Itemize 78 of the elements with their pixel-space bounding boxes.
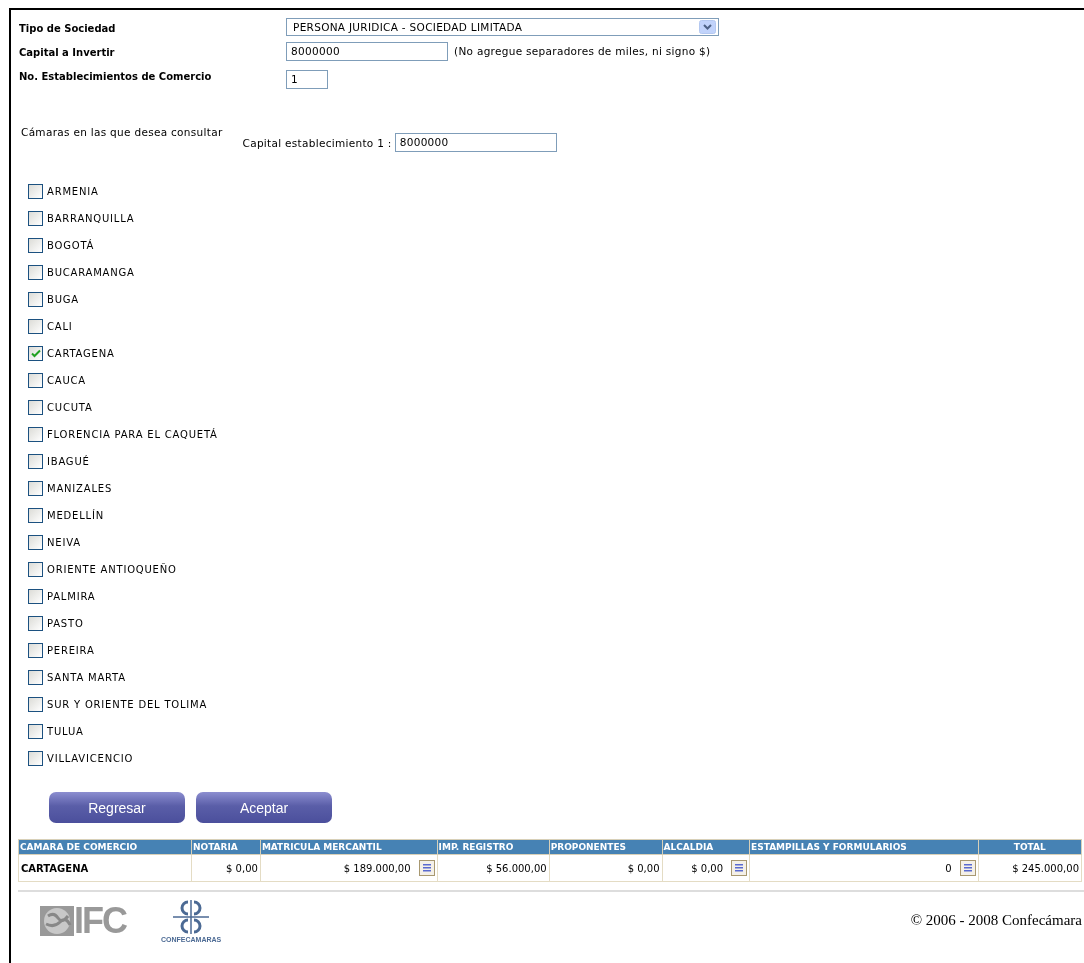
checkbox[interactable] xyxy=(28,724,43,739)
field-label: Capital establecimiento 1 : xyxy=(242,136,392,149)
table-cell: $ 56.000,00 xyxy=(486,862,547,874)
checkbox[interactable] xyxy=(28,562,43,577)
accept-button[interactable]: Aceptar xyxy=(196,792,332,823)
checkbox-label: CARTAGENA xyxy=(47,348,115,359)
checkbox[interactable] xyxy=(28,751,43,766)
checkbox-label: IBAGUÉ xyxy=(47,456,90,467)
checkbox-label: BOGOTÁ xyxy=(47,240,95,251)
checkbox-label: BUGA xyxy=(47,294,79,305)
checkbox[interactable] xyxy=(28,643,43,658)
column-header: NOTARIA xyxy=(191,839,261,855)
checkbox[interactable] xyxy=(28,481,43,496)
checkbox-label: MEDELLÍN xyxy=(47,510,104,521)
sociedad-select[interactable]: PERSONA JURIDICA - SOCIEDAD LIMITADA xyxy=(286,18,719,36)
establecimientos-input[interactable]: 1 xyxy=(286,70,328,89)
checkbox-label: NEIVA xyxy=(47,537,81,548)
checkbox[interactable] xyxy=(28,454,43,469)
field-label: Tipo de Sociedad xyxy=(19,22,117,34)
checkbox[interactable] xyxy=(28,508,43,523)
column-header: ESTAMPILLAS Y FORMULARIOS xyxy=(749,839,979,855)
checkbox-label: BUCARAMANGA xyxy=(47,267,135,278)
checkbox[interactable] xyxy=(28,670,43,685)
column-header: TOTAL xyxy=(978,839,1082,855)
checkbox-label: VILLAVICENCIO xyxy=(47,753,134,764)
checkbox-label: PASTO xyxy=(47,618,84,629)
column-header: MATRICULA MERCANTIL xyxy=(260,839,438,855)
checkbox[interactable] xyxy=(28,184,43,199)
dropdown-caret-icon[interactable] xyxy=(699,20,716,34)
back-button[interactable]: Regresar xyxy=(49,792,185,823)
checkbox[interactable] xyxy=(28,373,43,388)
checkbox[interactable] xyxy=(28,535,43,550)
table-cell: CARTAGENA xyxy=(21,862,89,874)
checkbox-label: CALI xyxy=(47,321,73,332)
checkbox-label: SUR Y ORIENTE DEL TOLIMA xyxy=(47,699,208,710)
ifc-logo: IFC xyxy=(40,899,126,942)
table-cell: 0 xyxy=(945,862,952,874)
table-cell: $ 0,00 xyxy=(226,862,258,874)
list-icon[interactable] xyxy=(418,860,435,876)
table-cell: $ 245.000,00 xyxy=(1012,862,1079,874)
capital-establecimiento-input[interactable]: 8000000 xyxy=(394,133,557,152)
checkbox-label: BARRANQUILLA xyxy=(47,213,135,224)
field-label: Capital a Invertir xyxy=(19,46,116,58)
capital-input[interactable]: 8000000 xyxy=(286,42,448,61)
checkbox[interactable] xyxy=(28,400,43,415)
checkbox[interactable] xyxy=(28,319,43,334)
checkbox[interactable] xyxy=(28,697,43,712)
column-header: CAMARA DE COMERCIO xyxy=(18,839,192,855)
checkbox-label: SANTA MARTA xyxy=(47,672,126,683)
field-label: No. Establecimientos de Comercio xyxy=(19,70,213,82)
copyright-text: © 2006 - 2008 Confecámara xyxy=(910,912,1082,929)
checkbox[interactable] xyxy=(28,238,43,253)
checkbox-label: MANIZALES xyxy=(47,483,113,494)
section-title: Cámaras en las que desea consultar xyxy=(21,126,223,138)
checkbox-label: FLORENCIA PARA EL CAQUETÁ xyxy=(47,429,218,440)
checkbox[interactable] xyxy=(28,589,43,604)
column-header: IMP. REGISTRO xyxy=(437,839,550,855)
checkbox-label: CAUCA xyxy=(47,375,86,386)
table-cell: $ 0,00 xyxy=(691,862,724,874)
checkbox[interactable] xyxy=(28,265,43,280)
checkbox-label: TULUA xyxy=(47,726,84,737)
checkbox[interactable] xyxy=(28,427,43,442)
checkbox-label: PALMIRA xyxy=(47,591,96,602)
column-header: PROPONENTES xyxy=(549,839,662,855)
list-icon[interactable] xyxy=(731,860,748,876)
checkbox-label: PEREIRA xyxy=(47,645,95,656)
table-cell: $ 189.000,00 xyxy=(343,862,411,874)
list-icon[interactable] xyxy=(959,860,976,876)
checkbox-label: CUCUTA xyxy=(47,402,93,413)
checkbox[interactable] xyxy=(28,211,43,226)
field-hint: (No agregue separadores de miles, ni signo $) xyxy=(454,44,711,57)
checkbox[interactable] xyxy=(28,292,43,307)
table-cell: $ 0,00 xyxy=(627,862,660,874)
checkbox-label: ORIENTE ANTIOQUEÑO xyxy=(47,564,177,575)
column-header: ALCALDIA xyxy=(662,839,750,855)
checkbox[interactable] xyxy=(28,616,43,631)
checkbox[interactable] xyxy=(28,346,43,361)
checkbox-label: ARMENIA xyxy=(47,186,99,197)
